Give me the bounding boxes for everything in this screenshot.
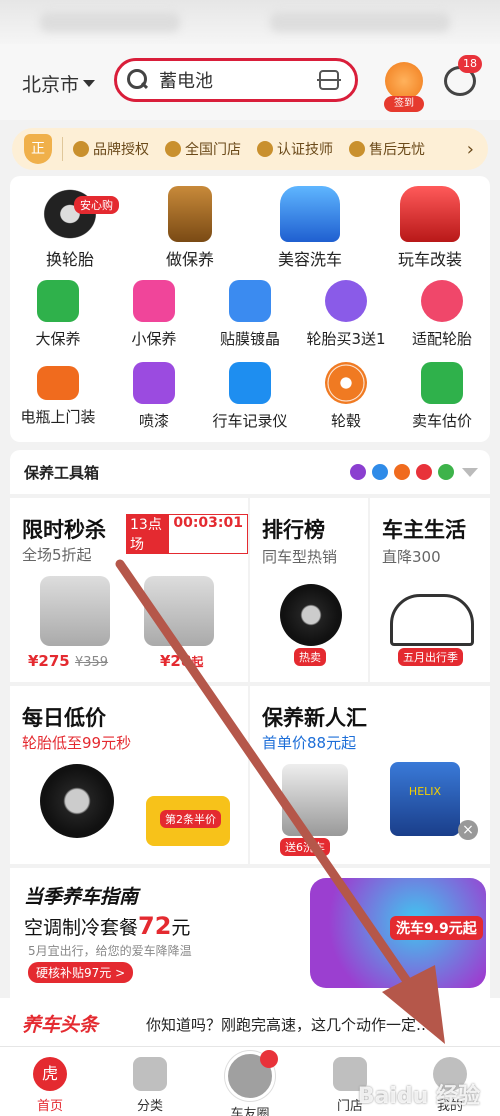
nav-category[interactable]: 分类 xyxy=(100,1047,200,1116)
annotation-arrow xyxy=(115,559,445,1044)
watermark: Baidu 经验 xyxy=(357,1084,480,1109)
nav-home[interactable]: 虎首页 xyxy=(0,1047,100,1116)
grid-icon xyxy=(133,1057,167,1091)
notification-dot xyxy=(260,1050,278,1068)
nav-community[interactable]: 车友圈 xyxy=(200,1047,300,1116)
home-icon: 虎 xyxy=(33,1057,67,1091)
